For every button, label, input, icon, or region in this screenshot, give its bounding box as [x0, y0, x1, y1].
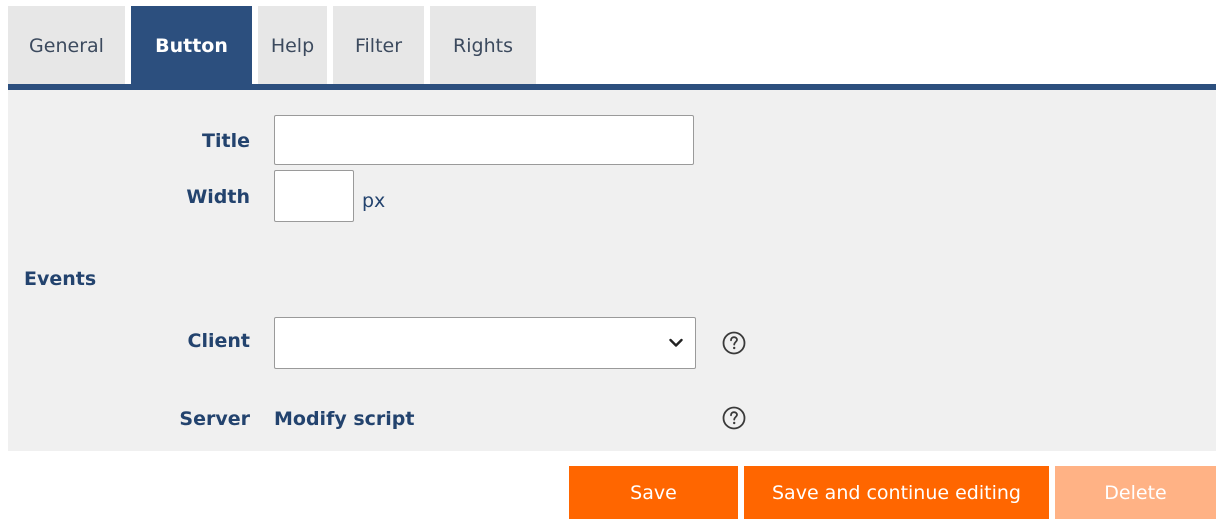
title-input[interactable] — [274, 115, 694, 165]
tab-help[interactable]: Help — [258, 6, 327, 85]
tab-bar: General Button Help Filter Rights — [8, 6, 542, 85]
title-label: Title — [202, 130, 250, 152]
width-label: Width — [186, 186, 250, 208]
client-label: Client — [187, 330, 250, 352]
save-button[interactable]: Save — [569, 466, 738, 519]
server-label: Server — [179, 408, 250, 430]
client-select[interactable] — [274, 317, 696, 369]
client-help-icon[interactable] — [722, 331, 746, 355]
tab-filter[interactable]: Filter — [333, 6, 424, 85]
save-continue-button[interactable]: Save and continue editing — [744, 466, 1049, 519]
tab-button[interactable]: Button — [131, 6, 252, 85]
width-input[interactable] — [274, 170, 354, 222]
chevron-down-icon — [669, 338, 683, 348]
width-unit: px — [362, 190, 386, 212]
server-help-icon[interactable] — [722, 406, 746, 430]
tab-general[interactable]: General — [8, 6, 125, 85]
delete-button[interactable]: Delete — [1055, 466, 1216, 519]
tab-rights[interactable]: Rights — [430, 6, 536, 85]
modify-script-link[interactable]: Modify script — [274, 408, 414, 430]
events-heading: Events — [24, 268, 97, 290]
